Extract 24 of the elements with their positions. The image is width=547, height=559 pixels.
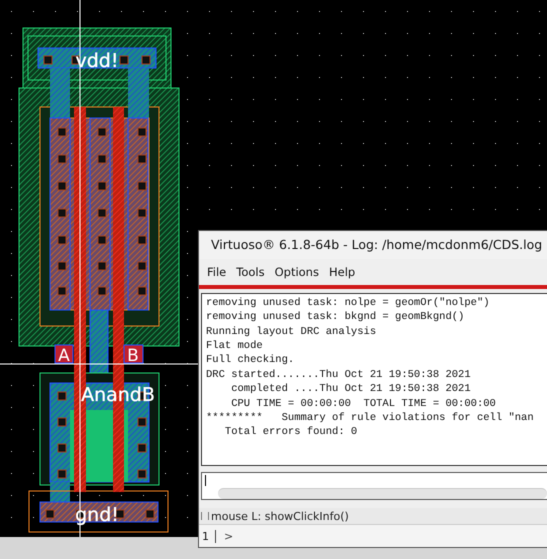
grip-icon <box>201 512 209 520</box>
menu-item[interactable]: Options <box>274 264 319 279</box>
log-line: CPU TIME = 00:00:00 TOTAL TIME = 00:00:00 <box>230 396 496 412</box>
pin-label: B <box>127 346 139 366</box>
prompt-number: 1 <box>199 530 216 543</box>
log-line: Flat mode <box>206 339 263 354</box>
log-line: completed ....Thu Oct 21 19:50:38 2021 <box>230 382 471 397</box>
window-title: Virtuoso® 6.1.8-64b - Log: /home/mcdonm6/CDS.log <box>211 237 542 252</box>
scrollbar[interactable] <box>218 488 547 500</box>
log-line: Total errors found: 0 <box>224 425 358 440</box>
log-line: ********* Summary of rule violations for cell "nan <box>206 411 534 426</box>
log-line: DRC started.......Thu Oct 21 19:50:38 2021 <box>206 368 471 382</box>
menu-item[interactable]: File <box>207 264 226 279</box>
log-line: Full checking. <box>206 353 294 368</box>
prompt-symbol: > <box>223 530 234 543</box>
text-caret <box>205 475 206 486</box>
log-line: Running layout DRC analysis <box>206 324 376 340</box>
command-input[interactable] <box>201 472 547 500</box>
status-text: mouse L: showClickInfo() <box>211 510 349 523</box>
menu-item[interactable]: Help <box>328 264 356 279</box>
log-line: removing unused task: bkgnd = geomBkgnd() <box>206 310 464 325</box>
menu-item[interactable]: Tools <box>236 264 265 279</box>
pin-label: A <box>58 346 70 366</box>
log-line: removing unused task: nolpe = geomOr("nolpe") <box>206 296 490 310</box>
